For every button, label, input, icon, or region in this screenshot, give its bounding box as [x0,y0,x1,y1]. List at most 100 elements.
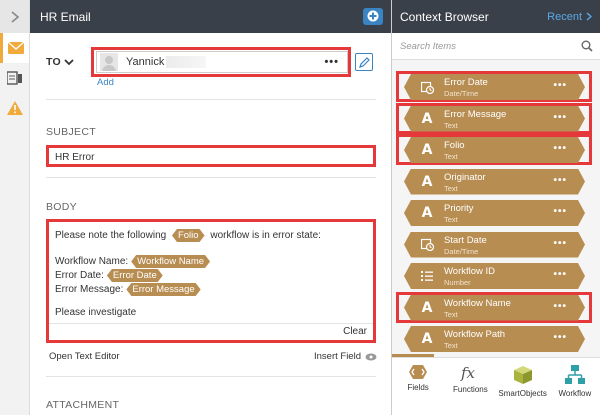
eye-icon [365,353,377,360]
field-item[interactable]: Start Date Date/Time ••• [404,232,585,258]
field-item-type: Text [444,215,458,224]
expand-rail-button[interactable] [0,0,29,33]
workflow-name-chip[interactable]: Workflow Name [131,255,210,268]
pencil-icon [358,56,370,68]
fields-icon [409,365,428,379]
properties-icon [6,71,22,85]
folio-field-chip[interactable]: Folio [172,229,205,242]
warnings-tab[interactable] [0,93,29,123]
search-icon[interactable] [581,40,593,52]
tab-workflow[interactable]: Workflow [549,358,600,415]
field-item-type: Date/Time [444,89,479,98]
field-item-more-button[interactable]: ••• [553,80,567,91]
field-item-more-button[interactable]: ••• [553,332,567,343]
open-text-editor-link[interactable]: Open Text Editor [49,351,120,362]
field-item-more-button[interactable]: ••• [553,112,567,123]
attachment-label: ATTACHMENT [46,399,120,411]
tab-functions[interactable]: fx Functions [444,358,496,415]
field-item-type: Date/Time [444,246,479,256]
add-button[interactable] [363,8,383,25]
field-item-type: Number [444,278,471,287]
divider [46,99,376,100]
field-item-type: Text [444,152,458,161]
email-tab[interactable] [0,33,29,63]
text-icon: A [421,331,433,347]
field-item[interactable]: A Workflow Path Text ••• [404,326,585,352]
recipient-name: Yannick [126,56,165,68]
body-editor[interactable]: Please note the following Folio workflow… [46,219,376,343]
subject-label: SUBJECT [46,126,96,138]
functions-icon: fx [460,365,476,381]
search-bar[interactable]: Search Items [392,33,600,60]
field-item[interactable]: A Originator Text ••• [404,169,585,195]
body-text: Workflow Name: [55,256,129,267]
text-icon: A [421,205,433,221]
field-item-type: Text [444,120,458,130]
insert-field-toggle[interactable]: Insert Field [314,351,377,362]
field-item-name: Start Date [444,234,487,246]
field-item-more-button[interactable]: ••• [553,175,567,186]
body-line-1: Please note the following Folio workflow… [55,229,321,242]
context-browser-title: Context Browser [400,9,489,24]
avatar [100,53,118,71]
email-header: HR Email [30,0,391,33]
to-toggle[interactable] [64,57,74,69]
browser-tabs: Fields fx Functions SmartObjects Workflo… [392,357,600,415]
field-item-name: Workflow ID [444,266,496,277]
field-item-more-button[interactable]: ••• [553,238,567,249]
field-item-name: Error Message [444,108,507,120]
tab-smartobjects[interactable]: SmartObjects [497,358,549,415]
left-rail [0,0,30,415]
recipient-field[interactable]: Yannick ••• [96,51,348,73]
error-message-chip[interactable]: Error Message [126,283,200,296]
chevron-right-icon [10,10,19,23]
context-browser: Context Browser Recent Search Items Erro… [391,0,600,415]
field-item-name: Folio [444,140,465,151]
add-recipient-link[interactable]: Add [97,77,114,88]
body-line-5: Please investigate [55,307,137,318]
body-label: BODY [46,201,77,213]
recent-dropdown[interactable]: Recent [547,11,592,23]
recent-label: Recent [547,10,582,23]
subject-input[interactable]: HR Error [51,149,373,165]
body-text: workflow is in error state: [210,230,321,241]
field-item-name: Priority [444,203,474,214]
envelope-icon [8,42,24,54]
body-line-3: Error Date: Error Date [55,269,166,282]
field-item-type: Text [444,341,458,350]
calendar-clock-icon [420,79,434,95]
field-item[interactable]: A Workflow Name Text ••• [404,295,585,321]
recipient-more-button[interactable]: ••• [324,56,339,68]
tab-label: Fields [407,383,429,392]
tab-label: SmartObjects [498,389,547,398]
error-date-chip[interactable]: Error Date [107,269,163,282]
field-item-more-button[interactable]: ••• [553,301,567,312]
field-item[interactable]: A Folio Text ••• [404,137,585,163]
tab-fields[interactable]: Fields [392,358,444,415]
field-item-more-button[interactable]: ••• [553,269,567,280]
field-item[interactable]: A Priority Text ••• [404,200,585,226]
body-line-4: Error Message: Error Message [55,283,204,296]
field-item-name: Error Date [444,77,488,88]
field-item[interactable]: A Error Message Text ••• [404,106,585,132]
field-item-name: Workflow Path [444,329,506,340]
properties-tab[interactable] [0,63,29,93]
field-item-more-button[interactable]: ••• [553,143,567,154]
svg-text:fx: fx [460,365,476,381]
insert-field-label: Insert Field [314,351,361,362]
edit-recipient-button[interactable] [355,53,373,71]
body-text: Error Message: [55,284,124,295]
search-input[interactable]: Search Items [400,41,456,52]
text-icon: A [421,173,433,190]
body-line-2: Workflow Name: Workflow Name [55,255,213,268]
field-item[interactable]: Error Date Date/Time ••• [404,74,585,100]
page-title: HR Email [40,9,91,24]
field-item-more-button[interactable]: ••• [553,206,567,217]
divider [46,177,376,178]
divider [49,323,373,324]
clear-button[interactable]: Clear [343,326,367,337]
field-item[interactable]: Workflow ID Number ••• [404,263,585,289]
smartobject-cube-icon [513,366,532,384]
chevron-down-icon [64,59,74,66]
text-icon: A [421,110,433,127]
